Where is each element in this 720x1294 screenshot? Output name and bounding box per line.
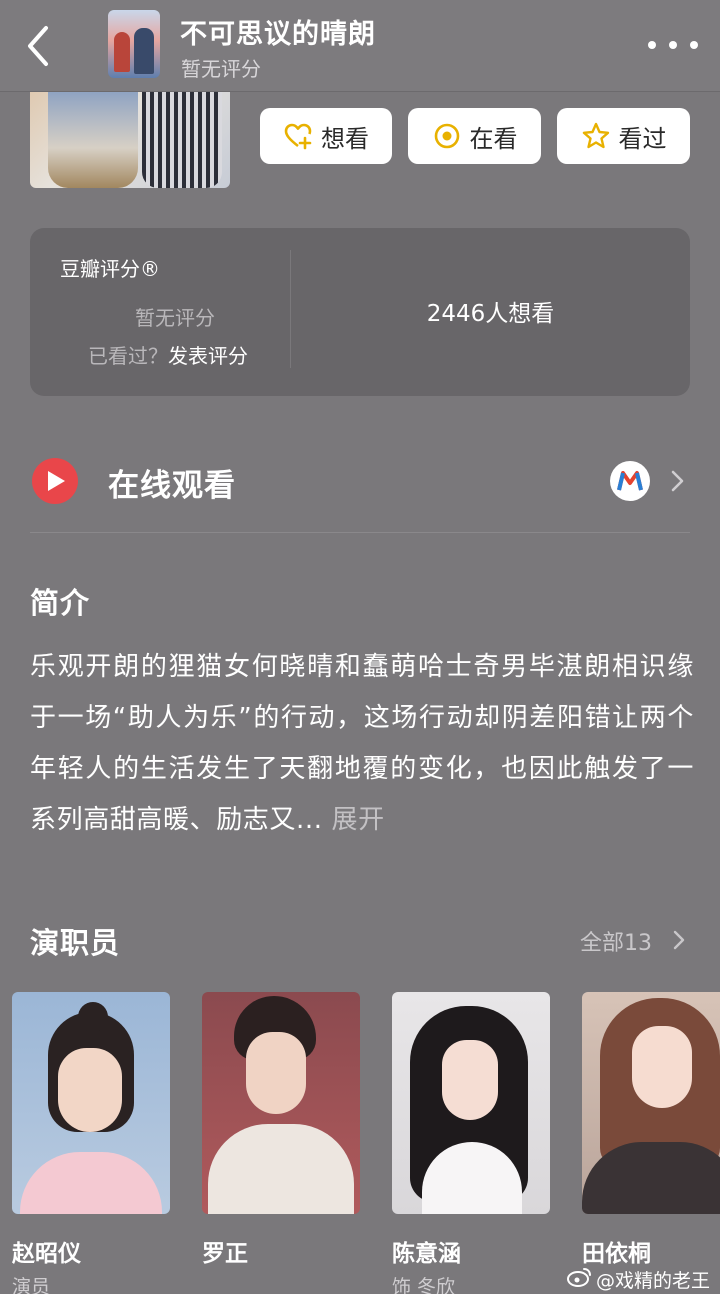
cast-photo	[12, 992, 170, 1214]
chevron-left-icon	[28, 26, 48, 66]
rating-card: 豆瓣评分® 暂无评分 已看过？发表评分 2446人想看	[30, 228, 690, 396]
poster-thumbnail	[108, 10, 160, 78]
expand-link[interactable]: 展开	[331, 805, 384, 835]
heart-plus-icon	[284, 123, 312, 150]
more-dot-icon	[648, 41, 656, 49]
want-to-watch-button[interactable]: 想看	[260, 108, 392, 164]
watch-online-label: 在线观看	[108, 468, 236, 504]
rating-status: 暂无评分	[135, 306, 215, 330]
poster-image[interactable]	[30, 88, 230, 188]
cast-name: 赵昭仪	[12, 1241, 81, 1267]
watermark: @戏精的老王	[596, 1270, 711, 1292]
cast-photo	[582, 992, 720, 1214]
divider	[30, 532, 690, 533]
cast-all-link[interactable]: 全部13	[580, 925, 652, 957]
star-icon	[582, 122, 609, 149]
rating-brand: 豆瓣评分®	[60, 257, 160, 281]
watch-online-row[interactable]: 在线观看	[30, 440, 690, 524]
more-dot-icon	[669, 41, 677, 49]
cast-name: 田依桐	[582, 1241, 651, 1267]
top-bar: 不可思议的晴朗 暂无评分	[0, 0, 720, 92]
header-rating-status: 暂无评分	[181, 57, 261, 81]
watched-button[interactable]: 看过	[557, 108, 690, 164]
seen-prompt-text: 已看过？	[88, 344, 168, 368]
cast-role: 演员	[12, 1276, 51, 1294]
cast-name: 罗正	[202, 1241, 248, 1267]
want-to-watch-label: 想看	[321, 124, 369, 153]
play-icon	[32, 458, 78, 504]
mgtv-logo-icon	[610, 461, 650, 501]
seen-prompt: 已看过？发表评分	[88, 340, 248, 369]
cast-photo	[392, 992, 550, 1214]
more-dot-icon	[690, 41, 698, 49]
cast-role: 饰 冬欣	[392, 1276, 456, 1294]
watched-label: 看过	[618, 124, 667, 153]
want-count: 2446人想看	[426, 301, 555, 327]
cast-card[interactable]: 赵昭仪 演员	[12, 992, 170, 1294]
chevron-right-icon	[671, 470, 684, 492]
weibo-logo-icon	[567, 1268, 591, 1287]
cast-card[interactable]: 田依桐	[582, 992, 720, 1267]
watching-button[interactable]: 在看	[408, 108, 541, 164]
cast-name: 陈意涵	[392, 1241, 461, 1267]
page-title: 不可思议的晴朗	[180, 19, 376, 50]
post-rating-link[interactable]: 发表评分	[168, 344, 248, 368]
cast-card[interactable]: 罗正	[202, 992, 360, 1267]
more-options-button[interactable]	[648, 30, 698, 60]
intro-text: 乐观开朗的狸猫女何晓晴和蠢萌哈士奇男毕湛朗相识缘于一场“助人为乐”的行动，这场行…	[30, 642, 694, 846]
chevron-right-icon	[673, 930, 685, 950]
back-button[interactable]	[18, 18, 62, 74]
intro-heading: 简介	[30, 586, 91, 620]
cast-photo	[202, 992, 360, 1214]
watching-label: 在看	[469, 124, 518, 153]
cast-heading: 演职员	[30, 926, 121, 960]
cast-card[interactable]: 陈意涵 饰 冬欣	[392, 992, 550, 1294]
target-circle-icon	[434, 123, 459, 149]
